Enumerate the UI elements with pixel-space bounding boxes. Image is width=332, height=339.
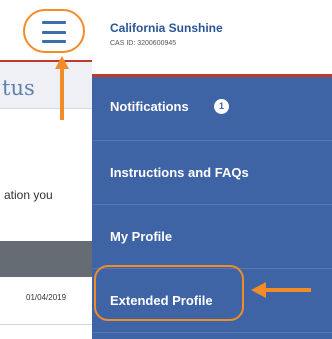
page-text: ation you [4,188,53,202]
nav-item-label: Instructions and FAQs [110,165,249,180]
nav-item-my-profile[interactable]: My Profile [92,205,332,269]
nav-item-instructions-faqs[interactable]: Instructions and FAQs [92,141,332,205]
user-name: California Sunshine [110,21,223,35]
nav-item-label: My Profile [110,229,173,244]
extended-profile-highlight-ring [94,265,244,321]
drawer-header: California Sunshine CAS ID: 3200600945 [92,0,332,74]
user-id: CAS ID: 3200600945 [110,40,177,47]
nav-item-notifications[interactable]: Notifications 1 [92,77,332,141]
table-cell-date: 01/04/2019 [26,293,67,302]
nav-item-label: Notifications [110,99,189,114]
arrow-up-icon [55,56,69,120]
background-page: tus ation you 01/04/2019 [0,0,92,339]
notification-badge: 1 [214,99,229,114]
table-row-divider [0,324,92,325]
page-title: tus [2,76,35,100]
menu-highlight-ring [23,9,85,53]
arrow-left-icon [251,282,311,298]
table-header [0,241,92,277]
